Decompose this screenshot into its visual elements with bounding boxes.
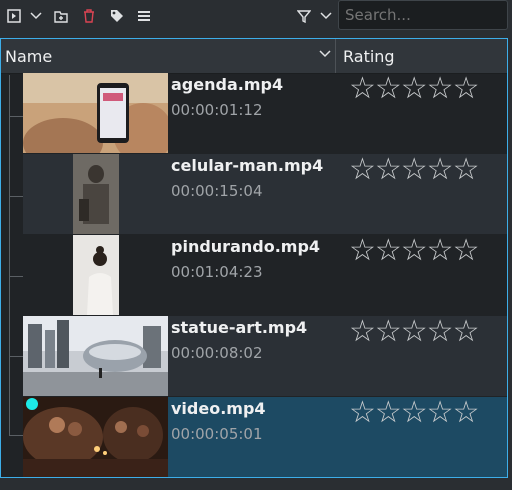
clip-thumbnail [23,397,168,477]
clip-thumbnail [23,73,168,153]
list-item[interactable]: agenda.mp4 00:00:01:12 ☆☆☆☆☆ [23,71,507,153]
clip-title: celular-man.mp4 [171,156,324,175]
column-separator[interactable] [335,39,336,73]
clip-title: statue-art.mp4 [171,318,308,337]
rating-stars[interactable]: ☆☆☆☆☆ [349,150,479,190]
rating-stars[interactable]: ☆☆☆☆☆ [349,393,479,433]
preview-panel-icon[interactable] [4,6,24,26]
tree-branch [9,196,23,197]
clip-thumbnail [23,316,168,396]
clip-list-panel: Name Rating agenda.mp4 00:00:01:12 ☆☆☆☆☆ [0,38,508,478]
clip-duration: 00:00:08:02 [171,344,263,362]
sort-chevron-icon[interactable] [319,47,331,61]
rating-stars[interactable]: ☆☆☆☆☆ [349,312,479,352]
rating-stars[interactable]: ☆☆☆☆☆ [349,69,479,109]
clip-duration: 00:00:15:04 [171,182,263,200]
list-item[interactable]: pindurando.mp4 00:01:04:23 ☆☆☆☆☆ [23,233,507,315]
tree-branch [9,356,23,357]
column-header-rating[interactable]: Rating [343,47,395,66]
list-item[interactable]: celular-man.mp4 00:00:15:04 ☆☆☆☆☆ [23,152,507,234]
tree-branch [9,276,23,277]
clip-thumbnail [23,235,168,315]
filter-dropdown-chevron-icon[interactable] [316,6,336,26]
toolbar [0,0,512,33]
filter-icon[interactable] [294,6,314,26]
clip-duration: 00:00:01:12 [171,101,263,119]
clip-marker-dot [26,398,38,410]
clip-title: video.mp4 [171,399,266,418]
menu-icon[interactable] [134,6,154,26]
column-header-name[interactable]: Name [5,47,52,66]
clip-thumbnail [23,154,168,234]
list-item-selected[interactable]: video.mp4 00:00:05:01 ☆☆☆☆☆ [23,395,507,477]
clip-title: agenda.mp4 [171,75,284,94]
clip-title: pindurando.mp4 [171,237,321,256]
tree-branch [9,435,23,436]
tag-icon[interactable] [107,6,127,26]
clip-duration: 00:00:05:01 [171,425,263,443]
add-folder-icon[interactable] [51,6,71,26]
rating-stars[interactable]: ☆☆☆☆☆ [349,231,479,271]
tree-line [9,75,10,435]
chevron-down-icon[interactable] [26,6,46,26]
search-input[interactable] [338,0,508,30]
list-item[interactable]: statue-art.mp4 00:00:08:02 ☆☆☆☆☆ [23,314,507,396]
trash-icon[interactable] [79,6,99,26]
tree-branch [9,116,23,117]
clip-duration: 00:01:04:23 [171,263,263,281]
